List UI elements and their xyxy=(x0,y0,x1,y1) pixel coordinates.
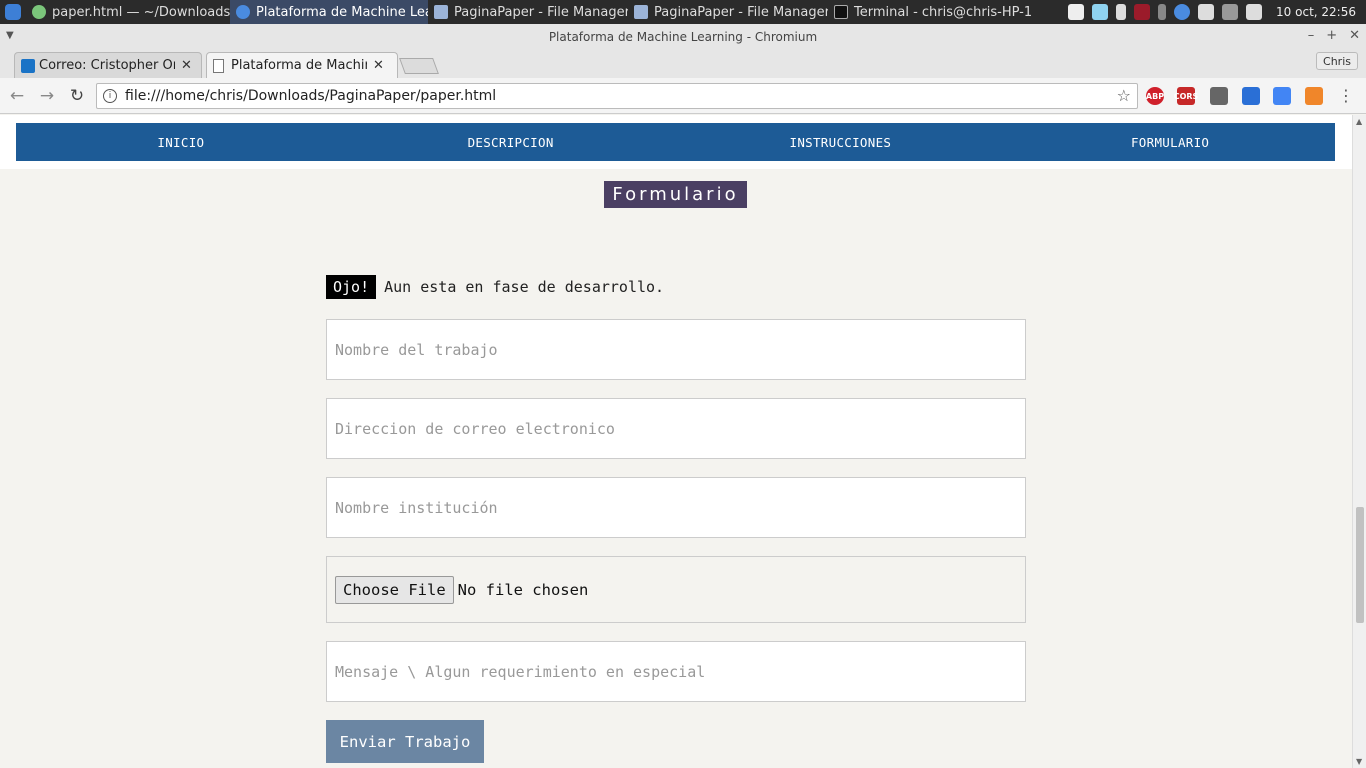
main-navbar: INICIO DESCRIPCION INSTRUCCIONES FORMULA… xyxy=(16,123,1335,161)
info-icon[interactable]: i xyxy=(103,89,117,103)
close-window-icon[interactable]: ✕ xyxy=(1349,28,1360,43)
new-tab-button[interactable] xyxy=(399,58,439,74)
chromium-icon xyxy=(236,5,250,19)
nav-link-instrucciones[interactable]: INSTRUCCIONES xyxy=(676,123,1006,161)
tab-plataforma[interactable]: Plataforma de Machine ✕ xyxy=(206,52,398,78)
browser-toolbar: ← → ↻ i file:///home/chris/Downloads/Pag… xyxy=(0,78,1366,114)
recorder-icon[interactable] xyxy=(1134,4,1151,20)
scroll-down-icon[interactable]: ▼ xyxy=(1356,757,1362,766)
profile-button[interactable]: Chris xyxy=(1316,52,1358,70)
forward-arrow-icon[interactable]: → xyxy=(34,83,60,109)
taskbar: paper.html — ~/Downloads/... Plataforma … xyxy=(0,0,1366,24)
system-tray: 10 oct, 22:56 xyxy=(1068,4,1366,20)
warning-badge: Ojo! xyxy=(326,275,377,299)
tab-title: Plataforma de Machine xyxy=(231,58,367,73)
scroll-up-icon[interactable]: ▲ xyxy=(1356,117,1362,126)
app-menu-button[interactable] xyxy=(0,0,26,24)
translate-extension-icon[interactable] xyxy=(1273,87,1291,105)
message-field[interactable] xyxy=(326,641,1026,702)
cors-extension-icon[interactable]: CORS xyxy=(1174,87,1198,105)
job-name-input[interactable] xyxy=(335,340,1025,359)
section-title: Formulario xyxy=(604,181,747,208)
file-upload-field: Choose File No file chosen xyxy=(326,556,1026,623)
nav-link-inicio[interactable]: INICIO xyxy=(16,123,346,161)
choose-file-button[interactable]: Choose File xyxy=(335,575,454,604)
nav-link-formulario[interactable]: FORMULARIO xyxy=(1005,123,1335,161)
submit-button[interactable]: Enviar Trabajo xyxy=(326,720,484,763)
taskbar-window-label: Plataforma de Machine Lear... xyxy=(256,4,428,20)
battery-icon[interactable] xyxy=(1116,4,1127,20)
maximize-icon[interactable]: + xyxy=(1326,28,1337,43)
mail-icon[interactable] xyxy=(1246,4,1263,20)
institution-field[interactable] xyxy=(326,477,1026,538)
address-bar[interactable]: i file:///home/chris/Downloads/PaginaPap… xyxy=(96,83,1138,109)
tab-close-icon[interactable]: ✕ xyxy=(373,58,384,73)
window-menu-icon[interactable]: ▼ xyxy=(6,30,14,41)
taskbar-window-label: PaginaPaper - File Manager xyxy=(454,4,628,20)
outlook-icon xyxy=(21,59,35,73)
wifi-icon[interactable] xyxy=(1198,4,1215,20)
back-arrow-icon[interactable]: ← xyxy=(4,83,30,109)
window-titlebar: ▼ Plataforma de Machine Learning - Chrom… xyxy=(0,24,1366,50)
page-viewport: INICIO DESCRIPCION INSTRUCCIONES FORMULA… xyxy=(0,115,1352,768)
taskbar-window-label: paper.html — ~/Downloads/... xyxy=(52,4,230,20)
reload-icon[interactable]: ↻ xyxy=(64,83,90,109)
terminal-icon xyxy=(834,5,848,19)
messenger-icon[interactable] xyxy=(1092,4,1109,20)
chromium-tray-icon[interactable] xyxy=(1174,4,1191,20)
eyedropper-extension-icon[interactable] xyxy=(1210,87,1228,105)
bluetooth-icon[interactable] xyxy=(1158,4,1167,20)
app-menu-icon xyxy=(5,4,21,20)
job-name-field[interactable] xyxy=(326,319,1026,380)
notes-icon[interactable] xyxy=(1068,4,1085,20)
bookmark-star-icon[interactable]: ☆ xyxy=(1117,86,1131,105)
development-warning: Ojo! Aun esta en fase de desarrollo. xyxy=(326,275,664,299)
page-scrollbar[interactable]: ▲ ▼ xyxy=(1352,115,1366,768)
folder-icon xyxy=(434,5,448,19)
url-text[interactable]: file:///home/chris/Downloads/PaginaPaper… xyxy=(125,88,496,104)
scrollbar-thumb[interactable] xyxy=(1356,507,1364,623)
warning-text: Aun esta en fase de desarrollo. xyxy=(384,278,665,296)
tab-close-icon[interactable]: ✕ xyxy=(181,58,192,73)
browser-menu-icon[interactable]: ⋮ xyxy=(1338,86,1354,105)
adblock-extension-icon[interactable]: ABP xyxy=(1146,87,1164,105)
taskbar-window-file-manager[interactable]: PaginaPaper - File Manager xyxy=(428,0,628,24)
institution-input[interactable] xyxy=(335,498,1025,517)
email-input[interactable] xyxy=(335,419,1025,438)
nav-link-descripcion[interactable]: DESCRIPCION xyxy=(346,123,676,161)
editor-icon xyxy=(32,5,46,19)
tab-outlook[interactable]: Correo: Cristopher Orell ✕ xyxy=(14,52,202,78)
folder-icon xyxy=(634,5,648,19)
minimize-icon[interactable]: – xyxy=(1308,28,1315,43)
message-input[interactable] xyxy=(335,662,1025,681)
chat-extension-icon[interactable] xyxy=(1242,87,1260,105)
taskbar-window-terminal[interactable]: Terminal - chris@chris-HP-1... xyxy=(828,0,1032,24)
clock[interactable]: 10 oct, 22:56 xyxy=(1276,5,1356,19)
window-title: Plataforma de Machine Learning - Chromiu… xyxy=(548,30,818,44)
volume-icon[interactable] xyxy=(1222,4,1239,20)
taskbar-window-chromium[interactable]: Plataforma de Machine Lear... xyxy=(230,0,428,24)
taskbar-window-file-manager-2[interactable]: PaginaPaper - File Manager xyxy=(628,0,828,24)
taskbar-window-label: PaginaPaper - File Manager xyxy=(654,4,828,20)
file-status: No file chosen xyxy=(457,580,589,599)
tab-title: Correo: Cristopher Orell xyxy=(39,58,175,73)
metamask-extension-icon[interactable] xyxy=(1305,87,1323,105)
taskbar-window-label: Terminal - chris@chris-HP-1... xyxy=(854,4,1032,20)
tab-strip: Correo: Cristopher Orell ✕ Plataforma de… xyxy=(0,50,1366,78)
document-icon xyxy=(213,59,224,73)
email-field[interactable] xyxy=(326,398,1026,459)
taskbar-window-editor[interactable]: paper.html — ~/Downloads/... xyxy=(26,0,230,24)
